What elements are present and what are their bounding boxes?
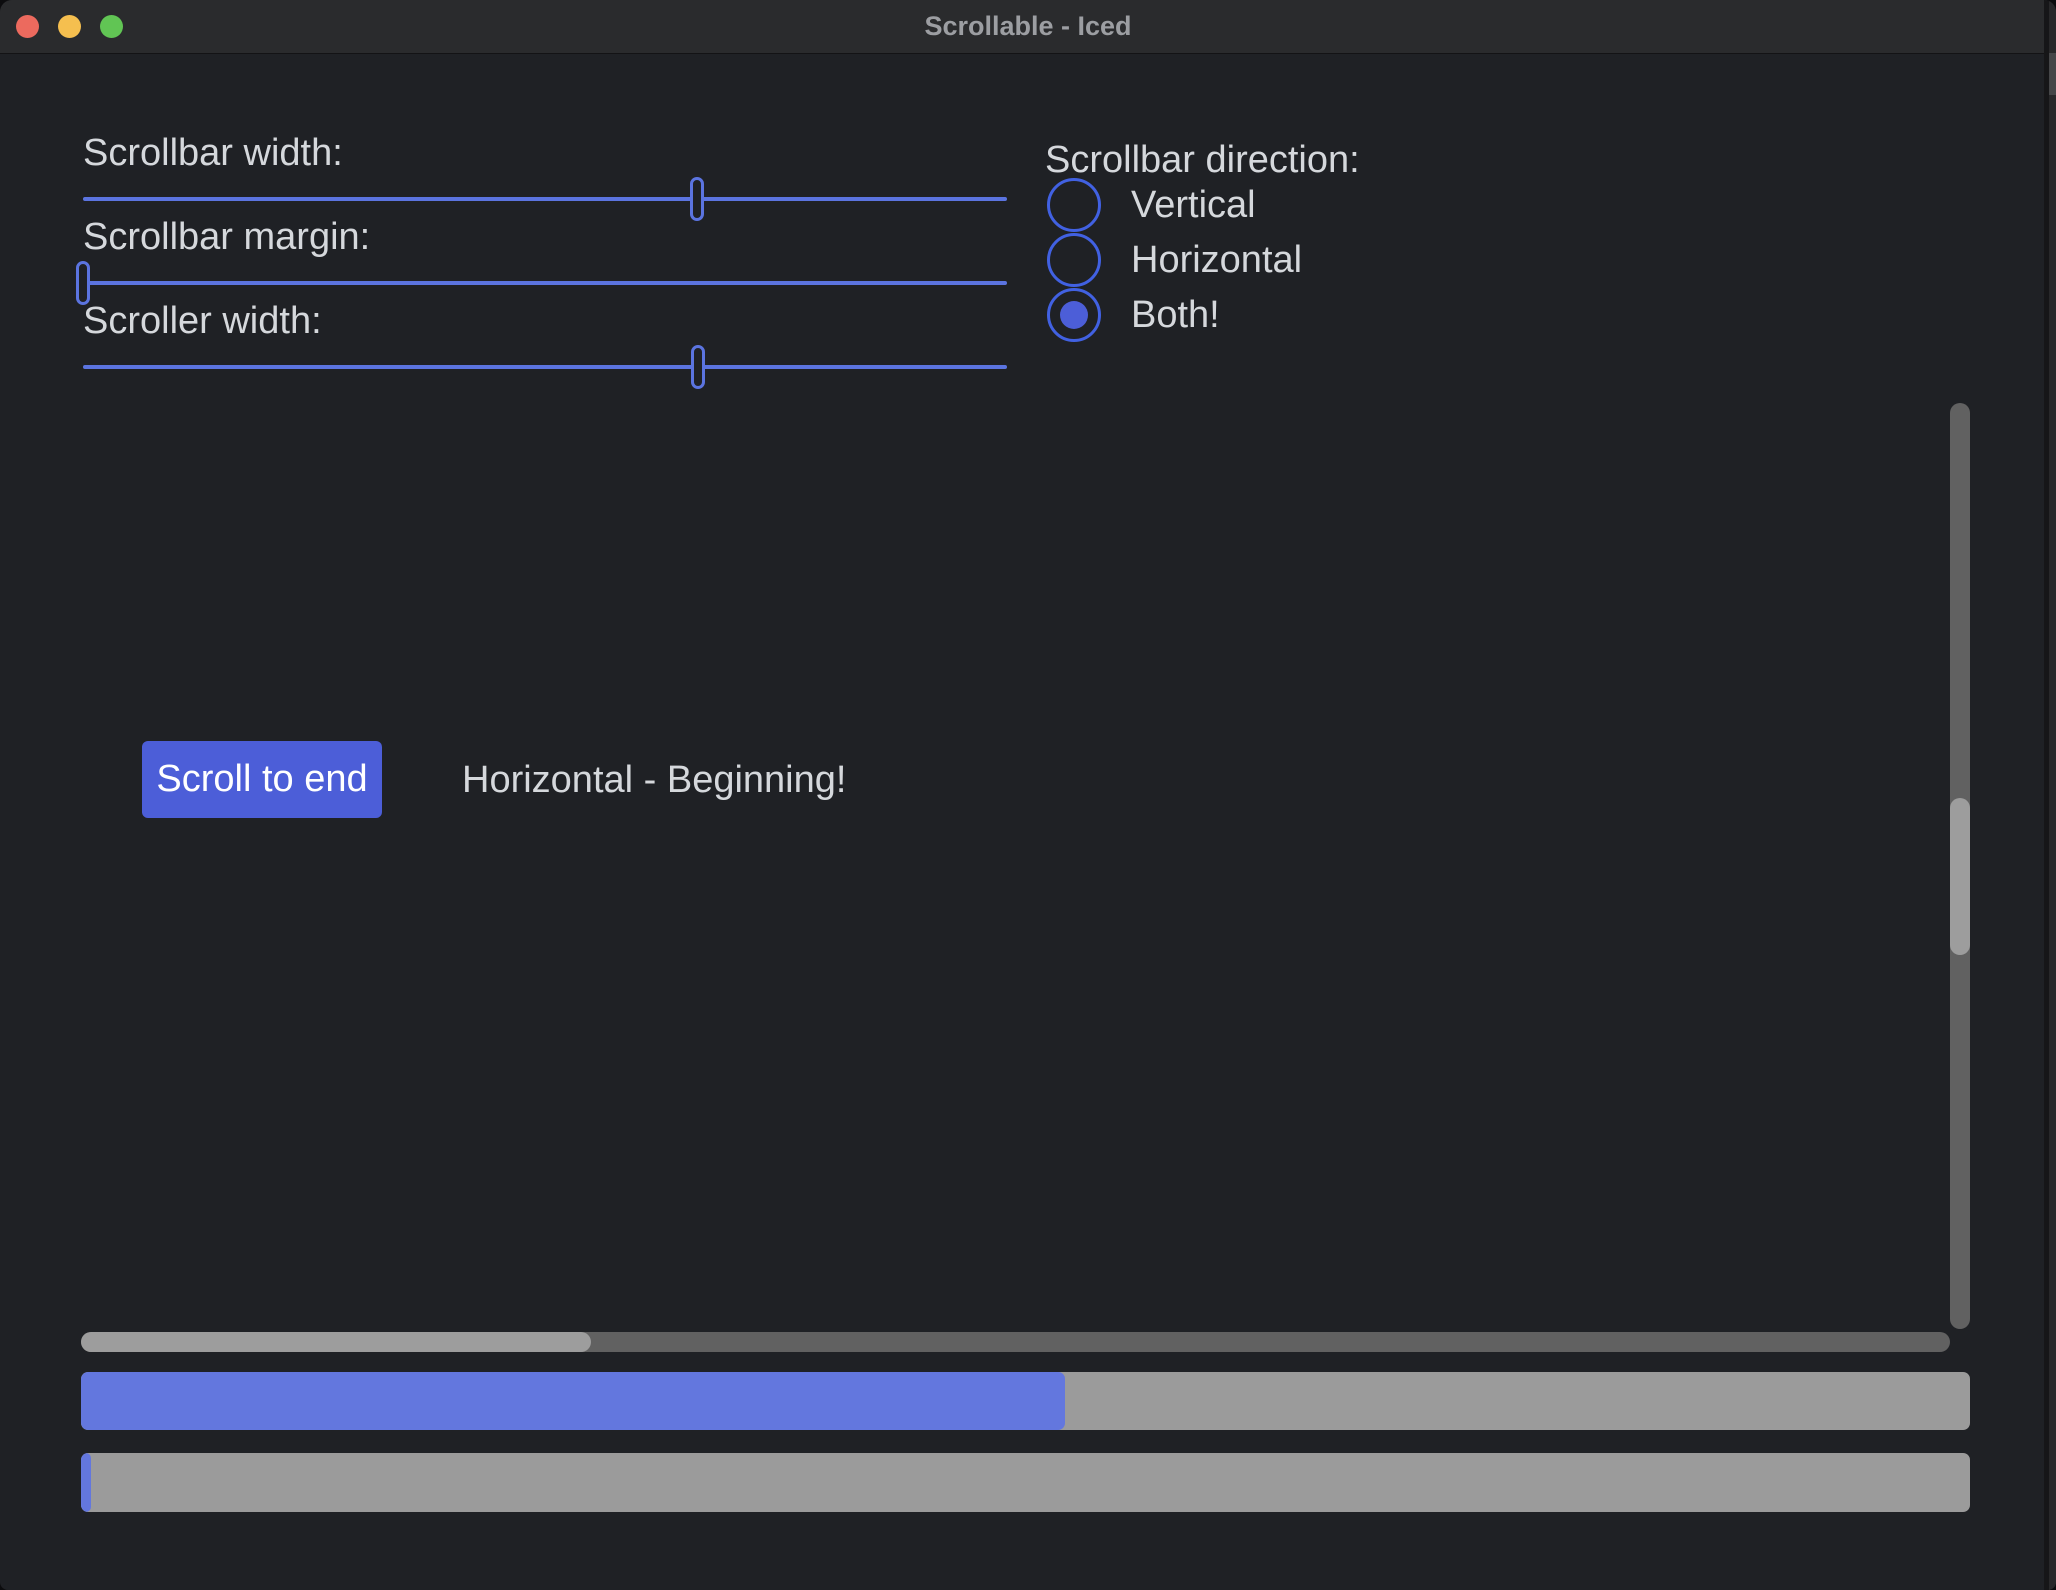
window-title: Scrollable - Iced (0, 0, 2056, 53)
radio-circle-icon[interactable] (1047, 288, 1101, 342)
close-window-button[interactable] (16, 15, 39, 38)
scrollbar-margin-slider-rail[interactable] (83, 281, 1007, 285)
app-window: Scrollable - Iced Scrollbar width: Scrol… (0, 0, 2056, 1590)
scrollbar-margin-slider-group: Scrollbar margin: (83, 215, 1007, 307)
radio-horizontal-label: Horizontal (1131, 233, 1302, 287)
radio-vertical-label: Vertical (1131, 178, 1256, 232)
horizontal-progress-bar (81, 1372, 1970, 1430)
scroll-to-end-button[interactable]: Scroll to end (142, 741, 382, 818)
progress-fill (81, 1453, 91, 1512)
radio-circle-icon[interactable] (1047, 178, 1101, 232)
scrollbar-direction-group: Scrollbar direction: Vertical Horizontal… (1047, 138, 1547, 368)
vertical-scrollbar-thumb[interactable] (1950, 798, 1970, 955)
vertical-progress-bar (81, 1453, 1970, 1512)
radio-dot-icon (1060, 301, 1088, 329)
scroller-width-label: Scroller width: (83, 299, 322, 343)
vertical-scrollbar-track[interactable] (1950, 403, 1970, 1329)
horizontal-scrollbar-track[interactable] (81, 1332, 1950, 1352)
scroller-width-slider-group: Scroller width: (83, 299, 1007, 391)
progress-fill (81, 1372, 1065, 1430)
scroller-width-slider-handle[interactable] (691, 345, 705, 389)
radio-vertical[interactable]: Vertical (1047, 178, 1256, 232)
radio-both-label: Both! (1131, 288, 1220, 342)
outer-scrollbar-thumb[interactable] (2049, 53, 2056, 95)
scrollbar-width-slider-group: Scrollbar width: (83, 131, 1007, 223)
scroll-status-text: Horizontal - Beginning! (462, 758, 846, 802)
scrollbar-margin-label: Scrollbar margin: (83, 215, 370, 259)
scrollbar-width-label: Scrollbar width: (83, 131, 343, 175)
outer-scrollbar-track[interactable] (2049, 0, 2056, 1590)
horizontal-scrollbar-thumb[interactable] (81, 1332, 591, 1352)
scrollbar-direction-label: Scrollbar direction: (1045, 138, 1360, 182)
minimize-window-button[interactable] (58, 15, 81, 38)
scroller-width-slider-rail[interactable] (83, 365, 1007, 369)
radio-both[interactable]: Both! (1047, 288, 1220, 342)
radio-horizontal[interactable]: Horizontal (1047, 233, 1302, 287)
title-bar: Scrollable - Iced (0, 0, 2056, 54)
radio-circle-icon[interactable] (1047, 233, 1101, 287)
zoom-window-button[interactable] (100, 15, 123, 38)
scrollbar-width-slider-rail[interactable] (83, 197, 1007, 201)
